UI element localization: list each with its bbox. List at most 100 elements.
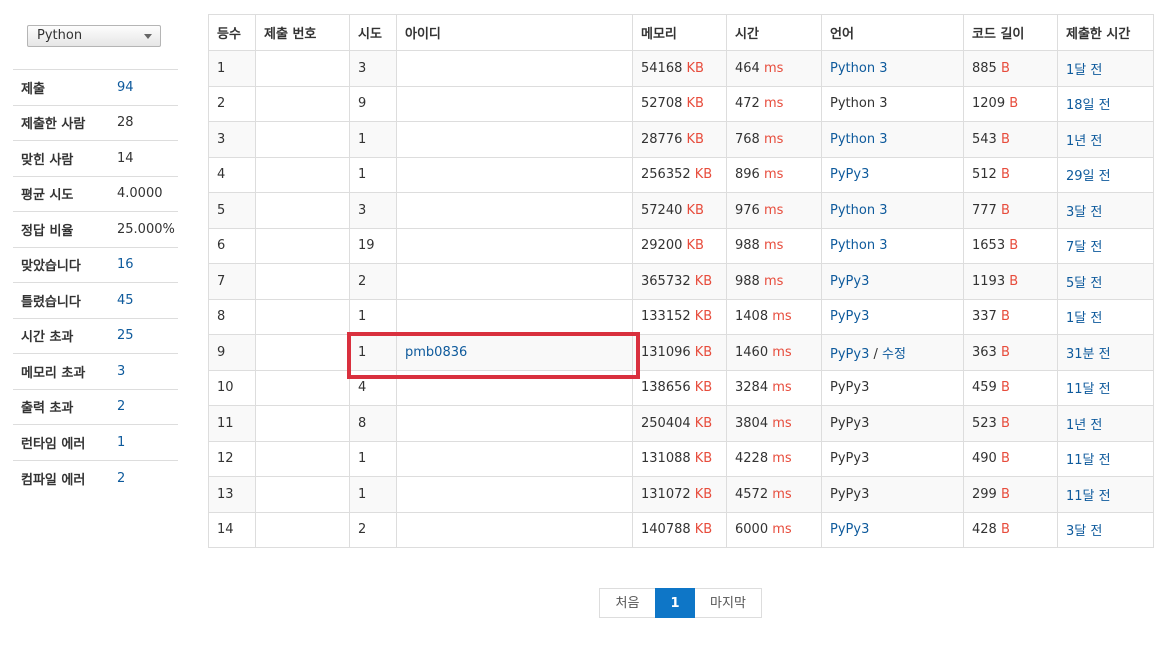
table-row: 7 2 365732 KB 988 ms PyPy3 1193 B 5달 전 [208, 263, 1154, 300]
stat-row: 정답 비율 25.000% [13, 212, 178, 248]
submission-id-cell [255, 369, 350, 406]
submitted-time-link[interactable]: 31분 전 [1066, 347, 1111, 362]
submitted-time-link[interactable]: 11달 전 [1066, 489, 1111, 504]
memory-value: 250404 [641, 415, 691, 431]
memory-cell: 140788 KB [632, 511, 727, 548]
language-value[interactable]: Python 3 [830, 203, 887, 218]
time-value: 896 [735, 167, 760, 183]
user-id-link[interactable]: pmb0836 [405, 345, 467, 360]
header-code-length: 코드 길이 [963, 14, 1058, 51]
submission-id-cell [255, 121, 350, 158]
tries-value: 19 [358, 238, 375, 254]
memory-cell: 57240 KB [632, 192, 727, 229]
stat-value[interactable]: 3 [117, 364, 125, 379]
page-first-button[interactable]: 처음 [599, 588, 655, 618]
rank-cell: 10 [208, 369, 256, 406]
rank-cell: 1 [208, 50, 256, 87]
submitted-time-link[interactable]: 18일 전 [1066, 98, 1111, 113]
language-value[interactable]: PyPy3 [830, 167, 869, 182]
page-last-button[interactable]: 마지막 [695, 588, 762, 618]
time-unit: ms [772, 309, 792, 325]
language-value: PyPy3 [830, 415, 870, 431]
memory-value: 138656 [641, 380, 691, 396]
code-length-cell: 777 B [963, 192, 1058, 229]
stat-label: 맞힌 사람 [21, 152, 74, 168]
submitted-time-link[interactable]: 7달 전 [1066, 240, 1102, 255]
language-value[interactable]: PyPy3 [830, 347, 869, 362]
submitted-time-cell: 3달 전 [1057, 192, 1154, 229]
time-cell: 4228 ms [726, 440, 822, 477]
memory-value: 133152 [641, 309, 691, 325]
rank-cell: 6 [208, 227, 256, 264]
submitted-time-cell: 11달 전 [1057, 369, 1154, 406]
stat-label: 제출한 사람 [21, 117, 86, 133]
language-value[interactable]: Python 3 [830, 238, 887, 253]
edit-link[interactable]: 수정 [882, 347, 906, 362]
user-id-cell [396, 192, 633, 229]
tries-value: 2 [358, 522, 367, 538]
stat-row: 평균 시도 4.0000 [13, 177, 178, 212]
language-cell: Python 3 [821, 50, 964, 87]
rank-value: 10 [217, 380, 234, 396]
language-value[interactable]: PyPy3 [830, 309, 869, 324]
code-length-cell: 428 B [963, 511, 1058, 548]
language-value[interactable]: Python 3 [830, 61, 887, 76]
time-value: 4572 [735, 486, 769, 502]
memory-value: 365732 [641, 273, 691, 289]
pagination: 처음 1 마지막 [599, 588, 762, 618]
submitted-time-link[interactable]: 29일 전 [1066, 169, 1111, 184]
submitted-time-cell: 18일 전 [1057, 85, 1154, 122]
language-cell: PyPy3 [821, 440, 964, 477]
rank-cell: 11 [208, 405, 256, 442]
stat-label: 틀렸습니다 [21, 294, 81, 310]
submitted-time-link[interactable]: 1년 전 [1066, 134, 1102, 149]
language-select[interactable]: Python [27, 25, 161, 47]
time-cell: 6000 ms [726, 511, 822, 548]
stat-row: 제출 94 [13, 70, 178, 106]
user-id-cell [396, 227, 633, 264]
tries-cell: 4 [349, 369, 397, 406]
chevron-down-icon [144, 34, 152, 39]
rank-cell: 3 [208, 121, 256, 158]
submitted-time-link[interactable]: 3달 전 [1066, 205, 1102, 220]
submitted-time-link[interactable]: 11달 전 [1066, 382, 1111, 397]
submitted-time-link[interactable]: 1년 전 [1066, 418, 1102, 433]
rank-value: 14 [217, 522, 234, 538]
submitted-time-link[interactable]: 1달 전 [1066, 63, 1102, 78]
memory-value: 140788 [641, 522, 691, 538]
submission-id-cell [255, 85, 350, 122]
memory-unit: KB [686, 60, 704, 76]
stat-value[interactable]: 2 [117, 399, 125, 414]
submitted-time-link[interactable]: 1달 전 [1066, 311, 1102, 326]
stat-row: 맞았습니다 16 [13, 248, 178, 283]
memory-unit: KB [686, 238, 704, 254]
header-rank: 등수 [208, 14, 256, 51]
stat-value[interactable]: 16 [117, 257, 134, 272]
stat-value[interactable]: 94 [117, 80, 134, 95]
memory-unit: KB [694, 486, 713, 502]
submission-id-cell [255, 405, 350, 442]
time-value: 768 [735, 131, 760, 147]
stat-value[interactable]: 2 [117, 471, 125, 486]
stat-value[interactable]: 1 [117, 435, 125, 450]
stat-value[interactable]: 25 [117, 328, 134, 343]
language-value[interactable]: PyPy3 [830, 274, 869, 289]
stat-value[interactable]: 45 [117, 293, 134, 308]
submitted-time-cell: 1년 전 [1057, 121, 1154, 158]
rank-cell: 4 [208, 156, 256, 193]
stat-label: 컴파일 에러 [21, 472, 86, 488]
submitted-time-link[interactable]: 3달 전 [1066, 524, 1102, 539]
page-current-button[interactable]: 1 [655, 588, 695, 618]
memory-unit: KB [694, 273, 713, 289]
memory-value: 256352 [641, 167, 691, 183]
header-tries: 시도 [349, 14, 397, 51]
stat-row: 틀렸습니다 45 [13, 283, 178, 319]
submitted-time-link[interactable]: 11달 전 [1066, 453, 1111, 468]
code-length-cell: 512 B [963, 156, 1058, 193]
submitted-time-link[interactable]: 5달 전 [1066, 276, 1102, 291]
language-value[interactable]: PyPy3 [830, 522, 869, 537]
tries-cell: 19 [349, 227, 397, 264]
language-cell: PyPy3 [821, 369, 964, 406]
language-value[interactable]: Python 3 [830, 132, 887, 147]
submitted-time-cell: 11달 전 [1057, 440, 1154, 477]
